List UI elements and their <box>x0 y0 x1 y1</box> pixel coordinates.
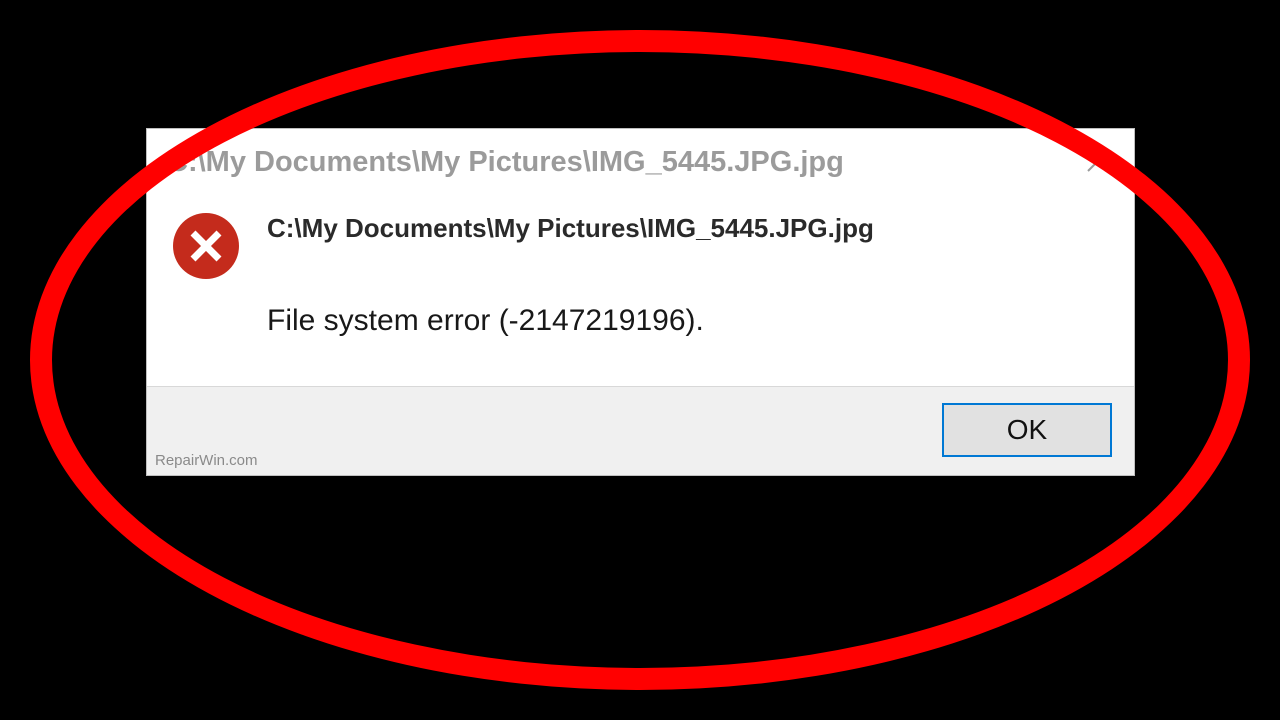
close-icon <box>1085 150 1109 174</box>
dialog-title: C:\My Documents\My Pictures\IMG_5445.JPG… <box>167 146 844 179</box>
close-button[interactable] <box>1074 139 1120 185</box>
error-dialog: C:\My Documents\My Pictures\IMG_5445.JPG… <box>146 128 1135 476</box>
dialog-body: C:\My Documents\My Pictures\IMG_5445.JPG… <box>147 191 1134 386</box>
primary-message: C:\My Documents\My Pictures\IMG_5445.JPG… <box>267 213 1114 244</box>
error-icon <box>171 211 241 281</box>
dialog-titlebar: C:\My Documents\My Pictures\IMG_5445.JPG… <box>147 129 1134 191</box>
secondary-message: File system error (-2147219196). <box>267 304 1114 338</box>
dialog-footer: RepairWin.com OK <box>147 386 1134 475</box>
message-column: C:\My Documents\My Pictures\IMG_5445.JPG… <box>267 209 1114 358</box>
ok-button[interactable]: OK <box>942 403 1112 457</box>
watermark-text: RepairWin.com <box>155 452 258 469</box>
